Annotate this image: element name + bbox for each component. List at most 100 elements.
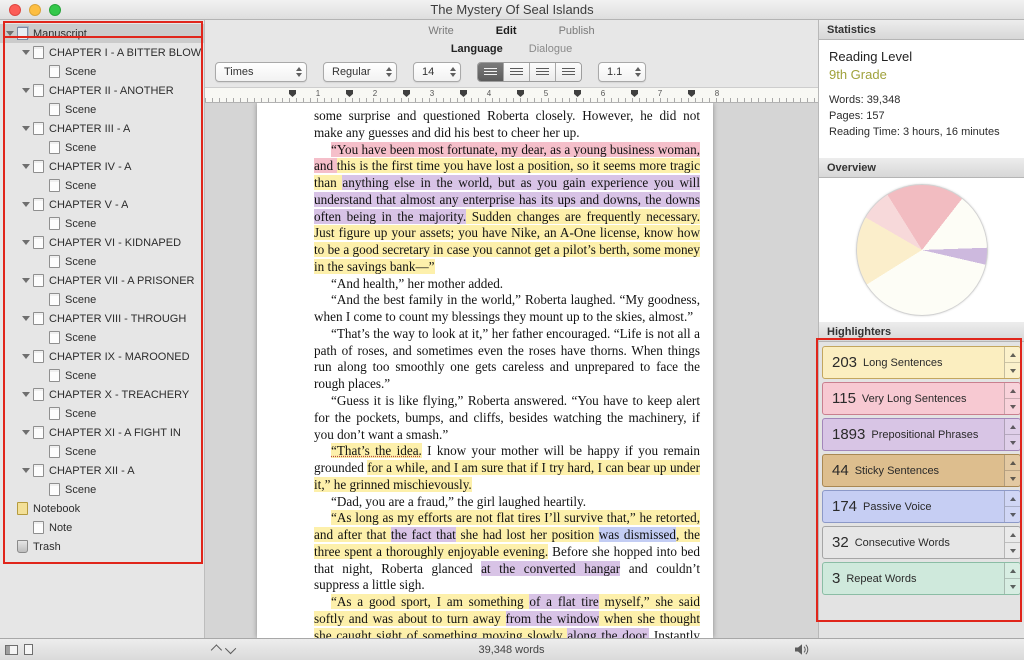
highlighter-step-down-button[interactable] [1005,578,1020,594]
highlighter-step-down-button[interactable] [1005,434,1020,450]
disclosure-triangle-icon[interactable] [22,278,30,283]
sidebar-item[interactable]: Scene [0,100,204,119]
sidebar-item[interactable]: CHAPTER II - ANOTHER [0,81,204,100]
highlighter-row[interactable]: 32Consecutive Words [822,526,1021,559]
paragraph[interactable]: “And health,” her mother added. [314,276,700,293]
sidebar-item[interactable]: Scene [0,290,204,309]
sidebar-item[interactable]: CHAPTER VI - KIDNAPED [0,233,204,252]
sidebar-item[interactable]: Scene [0,138,204,157]
speak-text-icon[interactable] [794,643,809,659]
tab-stop-marker[interactable] [460,90,467,97]
tab-stop-marker[interactable] [688,90,695,97]
sidebar-item[interactable]: Scene [0,366,204,385]
highlighter-row[interactable]: 174Passive Voice [822,490,1021,523]
font-family-popup[interactable]: Times [215,62,307,82]
disclosure-triangle-icon[interactable] [6,31,14,36]
paragraph[interactable]: some surprise and questioned Roberta clo… [314,108,700,142]
sidebar-item[interactable]: CHAPTER V - A [0,195,204,214]
tab-stop-marker[interactable] [631,90,638,97]
ruler[interactable]: 12345678 [205,87,818,103]
sidebar-item[interactable]: CHAPTER IX - MAROONED [0,347,204,366]
disclosure-triangle-icon[interactable] [22,50,30,55]
disclosure-triangle-icon[interactable] [22,202,30,207]
sidebar-item[interactable]: Scene [0,214,204,233]
sidebar-item[interactable]: Scene [0,328,204,347]
sidebar-item[interactable]: CHAPTER VIII - THROUGH [0,309,204,328]
paragraph[interactable]: “As a good sport, I am something of a fl… [314,594,700,638]
disclosure-triangle-icon[interactable] [22,88,30,93]
toggle-binder-icon[interactable] [5,645,18,655]
highlighter-step-up-button[interactable] [1005,455,1020,470]
sidebar-item[interactable]: CHAPTER X - TREACHERY [0,385,204,404]
disclosure-triangle-icon[interactable] [22,354,30,359]
line-spacing-stepper[interactable]: 1.1 [598,62,646,82]
highlighter-step-down-button[interactable] [1005,362,1020,378]
paragraph[interactable]: “Dad, you are a fraud,” the girl laughed… [314,494,700,511]
paragraph[interactable]: “You have been most fortunate, my dear, … [314,142,700,276]
tab-stop-marker[interactable] [289,90,296,97]
mode-tab-write[interactable]: Write [428,25,453,37]
highlighter-row[interactable]: 115Very Long Sentences [822,382,1021,415]
disclosure-triangle-icon[interactable] [22,430,30,435]
disclosure-triangle-icon[interactable] [22,240,30,245]
sidebar-item[interactable]: Scene [0,442,204,461]
disclosure-triangle-icon[interactable] [22,392,30,397]
highlighter-step-up-button[interactable] [1005,527,1020,542]
paragraph[interactable]: “And the best family in the world,” Robe… [314,292,700,326]
tab-stop-marker[interactable] [517,90,524,97]
highlighter-step-down-button[interactable] [1005,470,1020,486]
close-window-button[interactable] [9,4,21,16]
sidebar-item[interactable]: Scene [0,480,204,499]
sidebar-item[interactable]: Manuscript [0,24,204,43]
highlighter-row[interactable]: 203Long Sentences [822,346,1021,379]
sidebar-item[interactable]: CHAPTER XI - A FIGHT IN [0,423,204,442]
highlighter-step-up-button[interactable] [1005,383,1020,398]
paragraph[interactable]: “Guess it is like flying,” Roberta answe… [314,393,700,443]
sidebar-item[interactable]: CHAPTER XII - A [0,461,204,480]
align-center-button[interactable] [504,63,530,81]
sidebar-item[interactable]: Scene [0,62,204,81]
sidebar-item[interactable]: CHAPTER I - A BITTER BLOW [0,43,204,62]
disclosure-triangle-icon[interactable] [22,316,30,321]
highlighter-step-up-button[interactable] [1005,563,1020,578]
highlighter-row[interactable]: 44Sticky Sentences [822,454,1021,487]
new-document-icon[interactable] [24,644,33,655]
mode-tab-edit[interactable]: Edit [496,25,517,37]
disclosure-triangle-icon[interactable] [22,468,30,473]
highlighter-step-down-button[interactable] [1005,398,1020,414]
sidebar-item[interactable]: Scene [0,252,204,271]
tab-stop-marker[interactable] [346,90,353,97]
tab-stop-marker[interactable] [403,90,410,97]
sidebar-item[interactable]: Trash [0,537,204,556]
highlighter-step-up-button[interactable] [1005,419,1020,434]
minimize-window-button[interactable] [29,4,41,16]
align-left-button[interactable] [478,63,504,81]
highlighter-step-up-button[interactable] [1005,491,1020,506]
subtab-dialogue[interactable]: Dialogue [529,43,572,55]
highlighter-step-down-button[interactable] [1005,506,1020,522]
disclosure-triangle-icon[interactable] [22,126,30,131]
mode-tab-publish[interactable]: Publish [559,25,595,37]
zoom-window-button[interactable] [49,4,61,16]
paragraph[interactable]: “As long as my efforts are not flat tire… [314,510,700,594]
tab-stop-marker[interactable] [574,90,581,97]
highlighter-row[interactable]: 1893Prepositional Phrases [822,418,1021,451]
font-style-popup[interactable]: Regular [323,62,397,82]
highlighter-row[interactable]: 3Repeat Words [822,562,1021,595]
font-size-stepper[interactable]: 14 [413,62,461,82]
sidebar-item[interactable]: CHAPTER IV - A [0,157,204,176]
document-page[interactable]: some surprise and questioned Roberta clo… [257,103,713,638]
sidebar-item[interactable]: CHAPTER VII - A PRISONER [0,271,204,290]
sidebar-item[interactable]: Note [0,518,204,537]
sidebar-item[interactable]: Notebook [0,499,204,518]
highlighter-step-up-button[interactable] [1005,347,1020,362]
subtab-language[interactable]: Language [451,43,503,55]
align-right-button[interactable] [530,63,556,81]
highlighter-step-down-button[interactable] [1005,542,1020,558]
disclosure-triangle-icon[interactable] [22,164,30,169]
align-justify-button[interactable] [556,63,581,81]
sidebar-item[interactable]: Scene [0,404,204,423]
sidebar-item[interactable]: Scene [0,176,204,195]
paragraph[interactable]: “That’s the way to look at it,” her fath… [314,326,700,393]
paragraph[interactable]: “That’s the idea. I know your mother wil… [314,443,700,493]
